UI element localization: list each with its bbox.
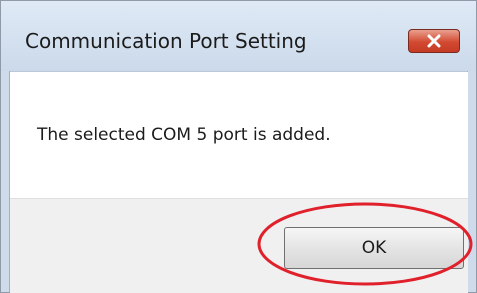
close-icon: [427, 34, 441, 48]
ok-button[interactable]: OK: [284, 227, 464, 269]
message-text: The selected COM 5 port is added.: [37, 125, 331, 145]
dialog-title: Communication Port Setting: [25, 29, 307, 53]
window-frame-left: [1, 71, 10, 292]
button-bar: OK: [10, 198, 468, 293]
title-bar: Communication Port Setting: [1, 1, 476, 72]
close-button[interactable]: [408, 29, 460, 53]
message-area: The selected COM 5 port is added.: [10, 72, 468, 198]
message-dialog: Communication Port Setting The selected …: [0, 0, 477, 293]
window-frame-right: [467, 71, 476, 292]
